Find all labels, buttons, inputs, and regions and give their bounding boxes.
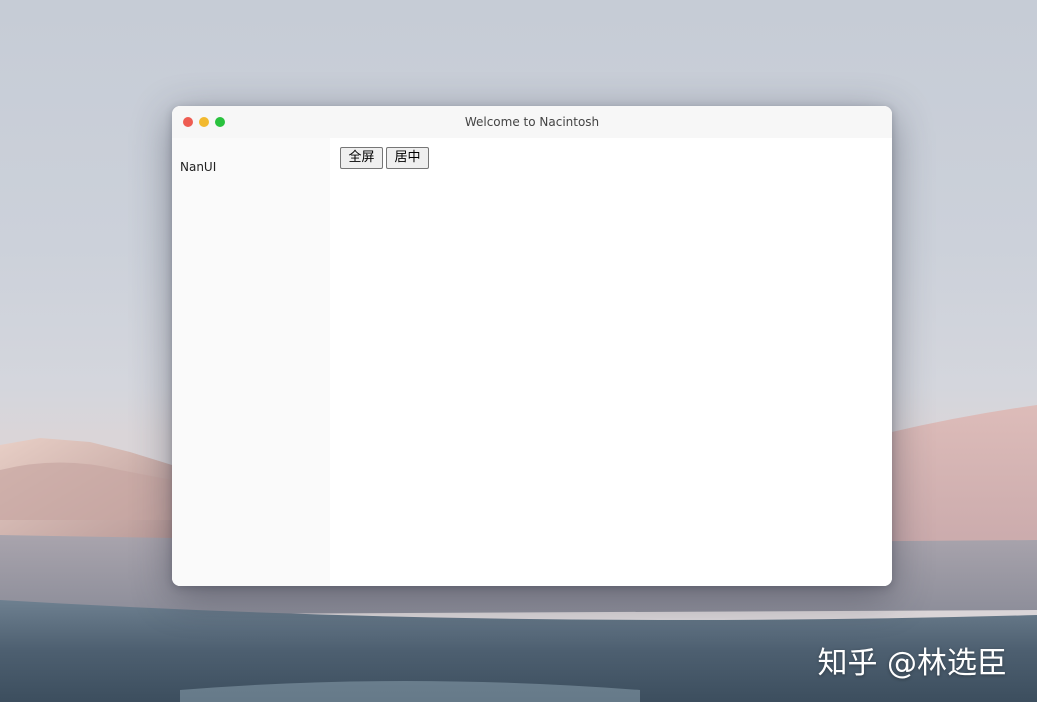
sidebar-item-nanui[interactable]: NanUI: [180, 160, 216, 174]
window-title: Welcome to Nacintosh: [464, 115, 600, 129]
sidebar: NanUI: [172, 138, 330, 586]
app-window: Welcome to Nacintosh NanUI 全屏 居中: [172, 106, 892, 586]
fullscreen-button[interactable]: 全屏: [340, 147, 383, 169]
watermark-text: 知乎 @林选臣: [817, 646, 1007, 681]
center-window-button[interactable]: 居中: [386, 147, 429, 169]
main-content: 全屏 居中: [330, 138, 892, 586]
title-bar[interactable]: Welcome to Nacintosh: [172, 106, 892, 138]
